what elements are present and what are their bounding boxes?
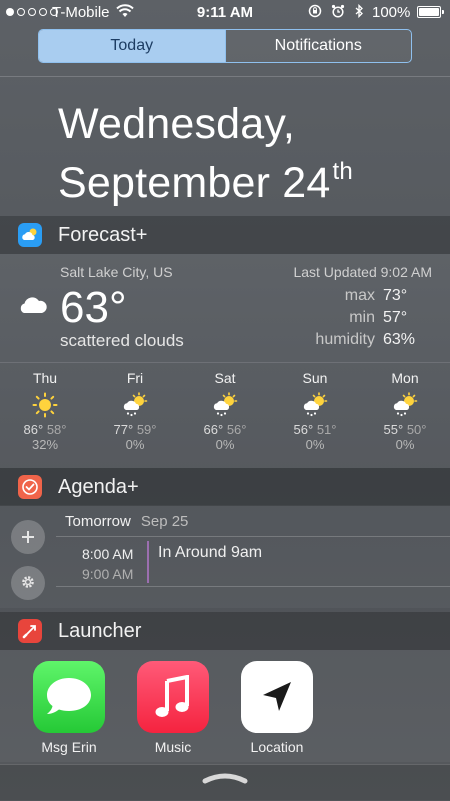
forecast-widget-header[interactable]: Forecast+ [0,216,450,254]
launcher-app-location[interactable]: Location [227,661,327,755]
date-month-day: September 24 [58,159,331,207]
tab-notifications[interactable]: Notifications [224,30,411,62]
forecast-title: Forecast+ [58,223,148,246]
view-switcher: Today Notifications [38,29,412,63]
stat-max: max 73° [300,287,417,305]
event-time: 8:00 AM 9:00 AM [82,544,133,584]
forecast-day-thu: Thu 86° 58° 32% [0,370,90,452]
cloud-icon [17,293,49,320]
day-precipitation: 0% [215,437,235,452]
stat-humidity: humidity 63% [300,331,417,349]
divider [56,536,450,537]
date-suffix: th [332,158,353,185]
agenda-day-date: Sep 25 [140,513,189,530]
agenda-settings-button[interactable] [11,566,45,600]
day-high: 55° [383,422,404,437]
grabber-handle-icon[interactable] [200,770,250,789]
stat-value: 73° [383,287,408,304]
day-precipitation: 0% [395,437,415,452]
forecast-day-sat: Sat 66° 56° 0% [180,370,270,452]
day-low: 56° [226,422,247,437]
day-name: Thu [32,370,58,386]
day-low: 51° [316,422,337,437]
day-low: 58° [46,422,67,437]
forecast-divider [0,362,450,363]
day-high: 86° [23,422,44,437]
day-name: Sat [214,370,236,386]
day-high: 66° [203,422,224,437]
day-low: 59° [136,422,157,437]
add-event-button[interactable] [11,520,45,554]
day-name: Sun [302,370,328,386]
forecast-app-icon [18,223,42,247]
app-label: Location [250,739,304,755]
day-high: 77° [113,422,134,437]
messages-icon [33,661,105,733]
day-precipitation: 32% [31,437,59,452]
day-name: Fri [126,370,144,386]
battery-icon [417,6,444,18]
date-weekday: Wednesday, [58,100,296,148]
rotation-lock-icon [308,4,322,21]
forecast-location: Salt Lake City, US [60,264,173,280]
agenda-title: Agenda+ [58,475,139,498]
stat-label: max [344,287,375,304]
snow-sun-icon [360,390,450,420]
launcher-widget-header[interactable]: Launcher [0,612,450,650]
status-bar: T-Mobile 9:11 AM 100% [0,0,450,26]
agenda-widget-header[interactable]: Agenda+ [0,468,450,506]
event-title[interactable]: In Around 9am [158,544,262,562]
gear-icon [20,570,36,596]
agenda-day-header: Tomorrow Sep 25 [65,513,188,530]
day-precipitation: 0% [305,437,325,452]
battery-percentage: 100% [372,4,411,21]
current-temperature: 63° [60,283,127,332]
divider [0,76,450,77]
launcher-title: Launcher [58,619,142,642]
today-date: Wednesday, September 24th [58,100,353,207]
agenda-app-icon [18,475,42,499]
stat-value: 63% [383,331,416,348]
snow-sun-icon [180,390,270,420]
event-end-time: 9:00 AM [82,566,134,582]
day-name: Mon [391,370,419,386]
stat-min: min 57° [300,309,417,327]
stat-label: humidity [315,331,375,348]
plus-icon [21,524,35,550]
tab-today[interactable]: Today [39,30,225,62]
event-calendar-color [147,541,149,583]
divider [56,586,450,587]
snow-sun-icon [90,390,180,420]
bluetooth-icon [354,3,364,21]
stat-value: 57° [383,309,408,326]
music-note-icon [137,661,209,733]
alarm-icon [331,4,345,21]
forecast-day-fri: Fri 77° 59° 0% [90,370,180,452]
forecast-day-mon: Mon 55° 50° 0% [360,370,450,452]
day-low: 50° [406,422,427,437]
forecast-last-updated: Last Updated 9:02 AM [293,264,432,280]
stat-label: min [349,309,375,326]
forecast-day-sun: Sun 56° 51° 0% [270,370,360,452]
snow-sun-icon [270,390,360,420]
location-arrow-icon [241,661,313,733]
current-condition: scattered clouds [60,331,184,350]
event-start-time: 8:00 AM [82,546,134,562]
app-label: Msg Erin [41,739,97,755]
launcher-app-music[interactable]: Music [123,661,223,755]
day-precipitation: 0% [125,437,145,452]
forecast-daily-list: Thu 86° 58° 32% Fri 77° 59° 0% Sat 66° 5… [0,370,450,452]
sun-icon [0,390,90,420]
launcher-app-icon [18,619,42,643]
agenda-day-label: Tomorrow [65,513,131,530]
launcher-app-msg-erin[interactable]: Msg Erin [19,661,119,755]
app-label: Music [154,739,192,755]
day-high: 56° [293,422,314,437]
